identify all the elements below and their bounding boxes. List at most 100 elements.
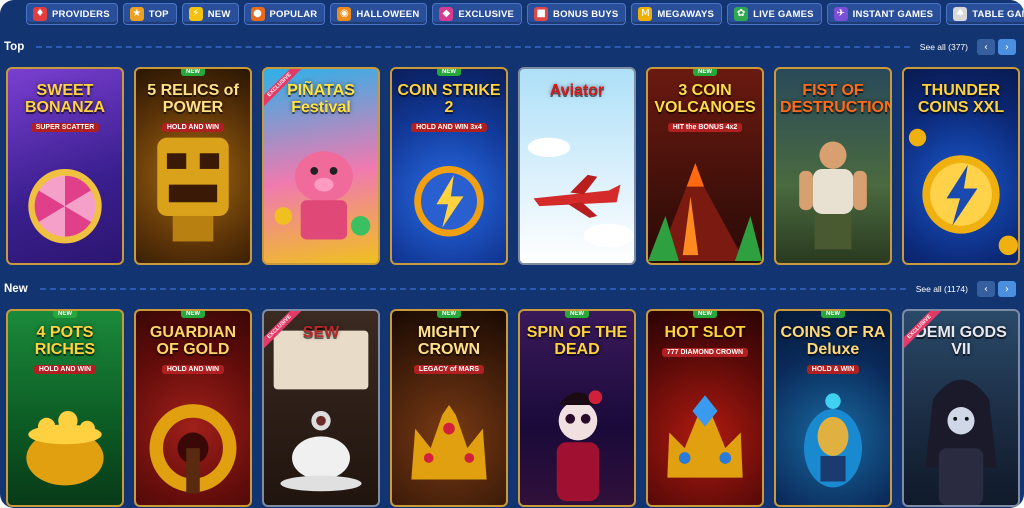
tab-label: POPULAR: [269, 8, 318, 20]
game-subtitle: LEGACY of MARS: [413, 364, 485, 374]
tab-live-games[interactable]: ✿ LIVE GAMES: [727, 3, 822, 25]
game-card-thunder-coins-xxl[interactable]: THUNDER COINS XXL: [902, 67, 1020, 265]
game-card-4-pots-riches[interactable]: 4 POTS RICHES HOLD AND WIN NEW: [6, 309, 124, 507]
game-subtitle: HOLD AND WIN: [161, 122, 225, 132]
instant-icon: ✈: [833, 7, 848, 21]
game-card-coins-of-ra-deluxe[interactable]: COINS OF RA Deluxe HOLD & WIN NEW: [774, 309, 892, 507]
prev-arrow-icon[interactable]: ‹: [977, 39, 995, 55]
game-card-coin-strike-2[interactable]: COIN STRIKE 2 HOLD AND WIN 3x4 NEW: [390, 67, 508, 265]
table-icon: ♠: [953, 7, 968, 21]
tab-exclusive[interactable]: ◆ EXCLUSIVE: [432, 3, 523, 25]
game-card-aviator[interactable]: Aviator: [518, 67, 636, 265]
tab-label: INSTANT GAMES: [852, 8, 934, 20]
game-card-pinatas-festival[interactable]: PIÑATAS Festival EXCLUSIVE: [262, 67, 380, 265]
tab-label: HALLOWEEN: [356, 8, 420, 20]
game-title: 5 RELICS of POWER HOLD AND WIN: [140, 82, 246, 133]
section-divider: [39, 288, 906, 290]
tab-instant-games[interactable]: ✈ INSTANT GAMES: [826, 3, 942, 25]
new-badge: NEW: [437, 311, 461, 318]
game-title-text: PIÑATAS Festival: [287, 82, 355, 116]
new-badge: NEW: [693, 311, 717, 318]
game-row-top: SWEET BONANZA SUPER SCATTER 5 RELICS of PO…: [6, 67, 1024, 265]
tab-megaways[interactable]: M MEGAWAYS: [631, 3, 723, 25]
game-title: DEMI GODS VII: [908, 324, 1014, 359]
game-title-text: GUARDIAN OF GOLD: [149, 324, 237, 358]
megaways-icon: M: [638, 7, 653, 21]
tab-label: TOP: [148, 8, 169, 20]
live-icon: ✿: [734, 7, 749, 21]
game-title-text: SWEET BONANZA: [25, 82, 105, 116]
next-arrow-icon[interactable]: ›: [998, 281, 1016, 297]
game-card-spin-of-the-dead[interactable]: SPIN OF THE DEAD NEW: [518, 309, 636, 507]
new-badge: NEW: [565, 311, 589, 318]
popular-icon: ●: [250, 7, 265, 21]
tab-providers[interactable]: ♦ PROVIDERS: [26, 3, 118, 25]
game-title: 4 POTS RICHES HOLD AND WIN: [12, 324, 118, 375]
tab-label: MEGAWAYS: [657, 8, 715, 20]
tab-halloween[interactable]: ◉ HALLOWEEN: [330, 3, 428, 25]
section-title: New: [4, 283, 28, 295]
new-badge: NEW: [821, 311, 845, 318]
tab-bonus-buys[interactable]: ■ BONUS BUYS: [527, 3, 627, 25]
game-title: GUARDIAN OF GOLD HOLD AND WIN: [140, 324, 246, 375]
game-title-text: SEW: [302, 324, 340, 341]
game-title: Aviator: [524, 82, 630, 100]
category-tabs: ♦ PROVIDERS ★ TOP ⚡ NEW ● POPULAR ◉ HALLOWEEN ◆ EXC…: [0, 0, 1024, 28]
tab-label: EXCLUSIVE: [458, 8, 515, 20]
game-subtitle: HOLD AND WIN: [33, 364, 97, 374]
game-title: THUNDER COINS XXL: [908, 82, 1014, 117]
tab-label: PROVIDERS: [52, 8, 110, 20]
game-card-sew[interactable]: SEW EXCLUSIVE: [262, 309, 380, 507]
game-subtitle: SUPER SCATTER: [30, 122, 100, 132]
new-icon: ⚡: [188, 7, 203, 21]
game-title: COINS OF RA Deluxe HOLD & WIN: [780, 324, 886, 375]
game-title-text: COINS OF RA Deluxe: [780, 324, 886, 358]
new-badge: NEW: [181, 69, 205, 76]
tab-popular[interactable]: ● POPULAR: [243, 3, 326, 25]
game-card-fist-of-destruction[interactable]: FIST OF DESTRUCTION: [774, 67, 892, 265]
tab-label: BONUS BUYS: [553, 8, 619, 20]
see-all-link[interactable]: See all (377): [920, 42, 968, 52]
tab-label: NEW: [207, 8, 231, 20]
tab-label: TABLE GAMES: [972, 8, 1024, 20]
game-card-sweet-bonanza-super-scatter[interactable]: SWEET BONANZA SUPER SCATTER: [6, 67, 124, 265]
game-title-text: SPIN OF THE DEAD: [526, 324, 628, 358]
game-card-hot-slot-777-diamond-crown[interactable]: HOT SLOT 777 DIAMOND CROWN NEW: [646, 309, 764, 507]
game-title-text: MIGHTY CROWN: [417, 324, 481, 358]
see-all-link[interactable]: See all (1174): [916, 284, 968, 294]
game-title-text: 5 RELICS of POWER: [147, 82, 239, 116]
game-title-text: THUNDER COINS XXL: [917, 82, 1005, 116]
game-title: SWEET BONANZA SUPER SCATTER: [12, 82, 118, 133]
game-card-5-relics-of-power[interactable]: 5 RELICS of POWER HOLD AND WIN NEW: [134, 67, 252, 265]
game-title-text: FIST OF DESTRUCTION: [780, 82, 892, 116]
game-subtitle: 777 DIAMOND CROWN: [661, 347, 749, 358]
top-icon: ★: [129, 7, 144, 21]
game-title-text: 4 POTS RICHES: [34, 324, 96, 358]
game-title: SPIN OF THE DEAD: [524, 324, 630, 359]
game-title: PIÑATAS Festival: [268, 82, 374, 117]
game-card-mighty-crown[interactable]: MIGHTY CROWN LEGACY of MARS NEW: [390, 309, 508, 507]
tab-new[interactable]: ⚡ NEW: [181, 3, 239, 25]
game-title: 3 COIN VOLCANOES HIT the BONUS 4x2: [652, 82, 758, 133]
casino-lobby: ♦ PROVIDERS ★ TOP ⚡ NEW ● POPULAR ◉ HALLOWEEN ◆ EXC…: [0, 0, 1024, 508]
section-divider: [36, 46, 910, 48]
tab-top[interactable]: ★ TOP: [122, 3, 177, 25]
game-title-text: COIN STRIKE 2: [397, 82, 501, 116]
game-subtitle: HOLD AND WIN: [161, 364, 225, 374]
game-title-text: DEMI GODS VII: [915, 324, 1007, 358]
game-subtitle: HOLD AND WIN 3x4: [411, 122, 487, 132]
tab-table-games[interactable]: ♠ TABLE GAMES: [946, 3, 1024, 25]
game-card-3-coin-volcanoes[interactable]: 3 COIN VOLCANOES HIT the BONUS 4x2 NEW: [646, 67, 764, 265]
prev-arrow-icon[interactable]: ‹: [977, 281, 995, 297]
section-header-new: New See all (1174) ‹ ›: [0, 278, 1024, 300]
game-card-guardian-of-gold[interactable]: GUARDIAN OF GOLD HOLD AND WIN NEW: [134, 309, 252, 507]
section-title: Top: [4, 41, 25, 53]
new-badge: NEW: [437, 69, 461, 76]
next-arrow-icon[interactable]: ›: [998, 39, 1016, 55]
provider-icon: ♦: [33, 7, 47, 21]
game-title: FIST OF DESTRUCTION: [780, 82, 890, 117]
game-card-demi-gods-vii[interactable]: DEMI GODS VII EXCLUSIVE: [902, 309, 1020, 507]
exclusive-icon: ◆: [439, 7, 454, 21]
game-subtitle: HOLD & WIN: [806, 364, 860, 374]
tab-label: LIVE GAMES: [753, 8, 814, 20]
